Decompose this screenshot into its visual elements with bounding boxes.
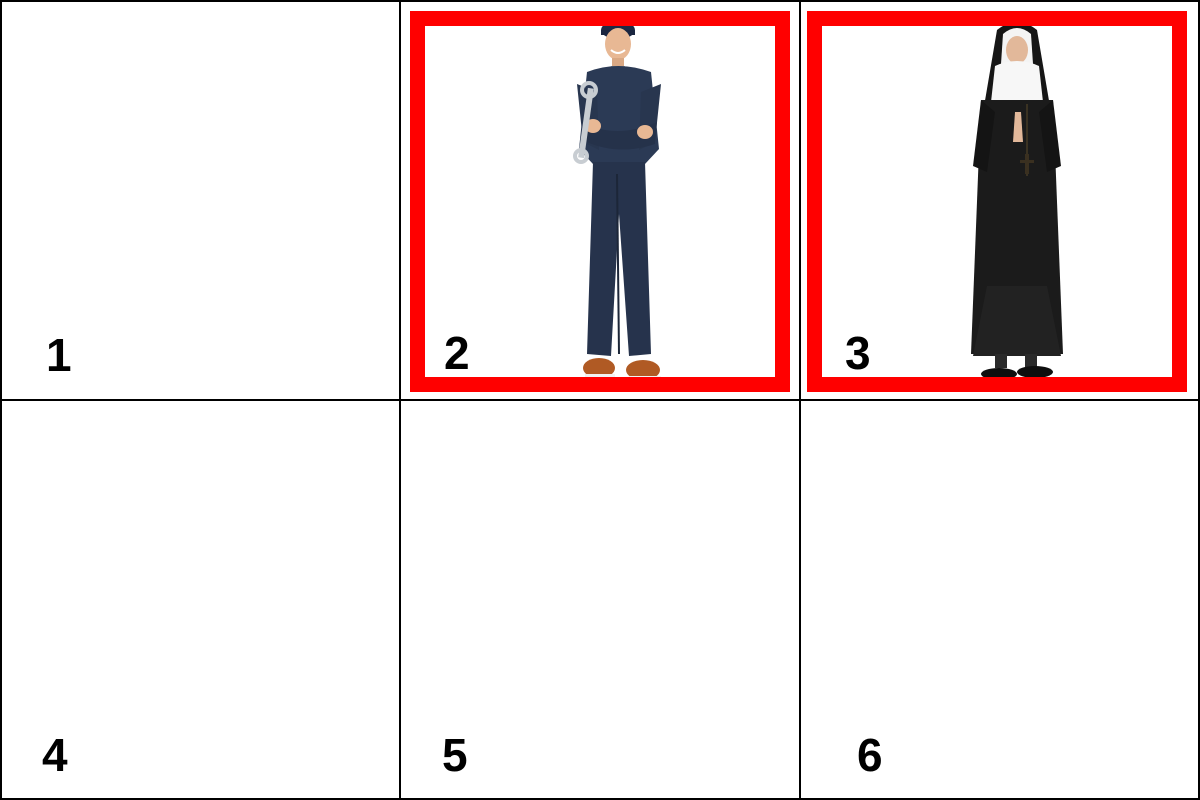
cell-number: 2: [444, 327, 470, 379]
cell-number: 4: [42, 729, 68, 781]
grid-cell-3[interactable]: 3: [799, 0, 1200, 401]
image-grid: 1 2 3 4 5 6: [0, 0, 1200, 800]
cell-number: 5: [442, 729, 468, 781]
grid-cell-2[interactable]: 2: [399, 0, 801, 401]
grid-cell-1[interactable]: 1: [0, 0, 401, 401]
cell-number: 6: [857, 729, 883, 781]
grid-cell-5[interactable]: 5: [399, 399, 801, 800]
cell-number: 3: [845, 327, 871, 379]
grid-cell-6[interactable]: 6: [799, 399, 1200, 800]
nun-photo: [971, 22, 1063, 380]
grid-cell-4[interactable]: 4: [0, 399, 401, 800]
mechanic-photo: [573, 21, 661, 380]
cell-number: 1: [46, 329, 72, 381]
